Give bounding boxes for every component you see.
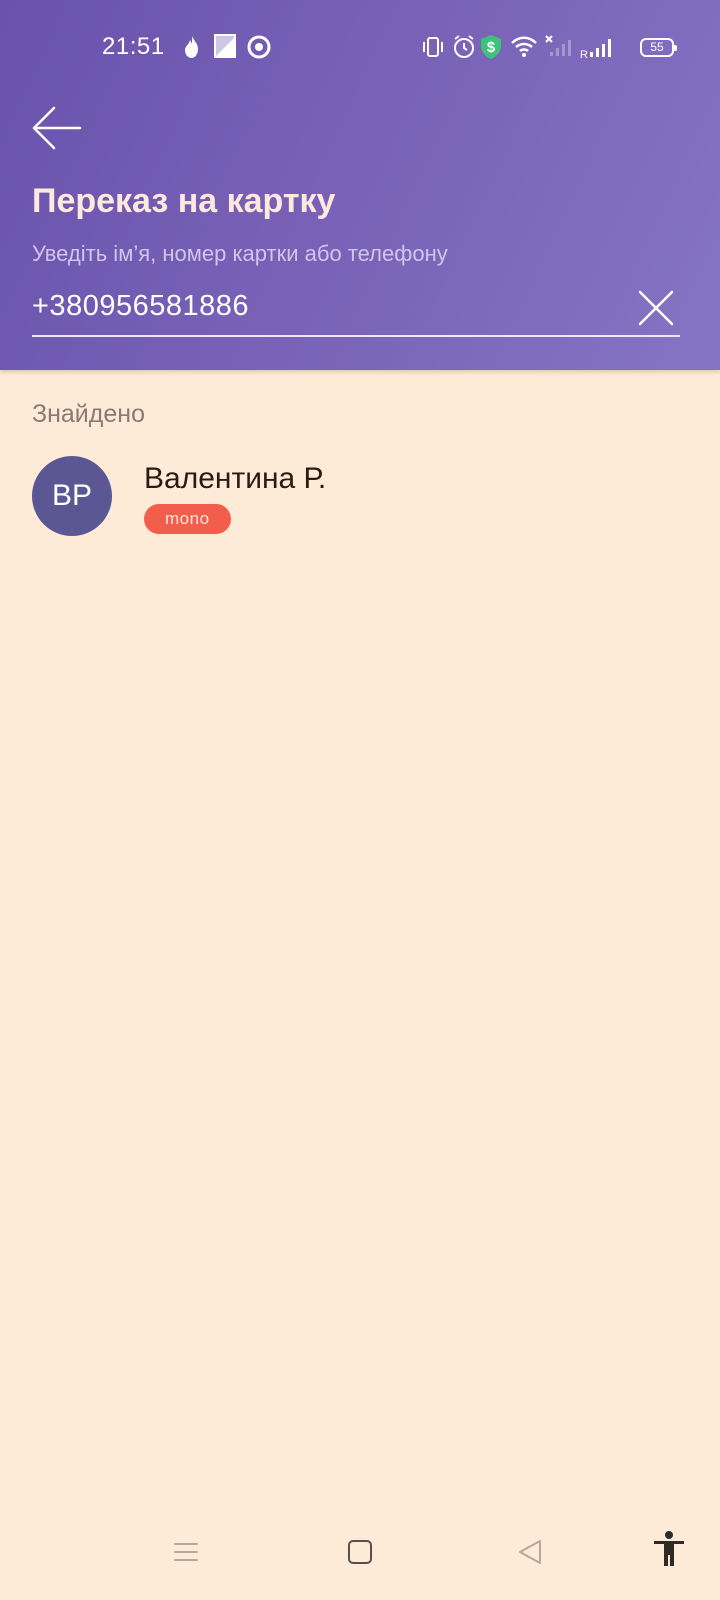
search-input[interactable]: +380956581886 [32,290,622,323]
section-label-found: Знайдено [32,400,145,428]
back-icon[interactable] [516,1538,544,1566]
svg-text:R: R [580,49,588,60]
fire-icon [185,36,198,58]
svg-text:$: $ [487,39,496,56]
bank-badge: mono [144,504,231,534]
status-time: 21:51 [102,33,165,60]
signal-roaming-icon: R [580,39,611,60]
vibrate-icon [423,37,443,57]
app-header: 21:51 $ R 55 Переказ на картку Уведіть і… [0,0,720,370]
contact-result-item[interactable]: ВР Валентина Р. mono [0,448,720,540]
home-icon[interactable] [346,1538,374,1566]
back-arrow-button[interactable] [30,104,84,152]
accessibility-icon[interactable] [652,1530,686,1568]
signal-off-icon [545,35,571,56]
input-underline [32,335,680,337]
contact-name: Валентина Р. [144,462,327,495]
avatar: ВР [32,456,112,536]
wifi-icon [511,36,537,57]
menu-icon[interactable] [172,1538,200,1566]
shield-dollar-icon: $ [481,35,501,59]
image-icon [214,34,236,58]
clear-search-button[interactable] [636,288,676,328]
sync-icon [247,35,271,59]
battery-icon: 55 [640,38,677,57]
alarm-icon [454,35,474,58]
search-hint: Уведіть ім’я, номер картки або телефону [32,241,448,266]
page-title: Переказ на картку [32,182,336,220]
